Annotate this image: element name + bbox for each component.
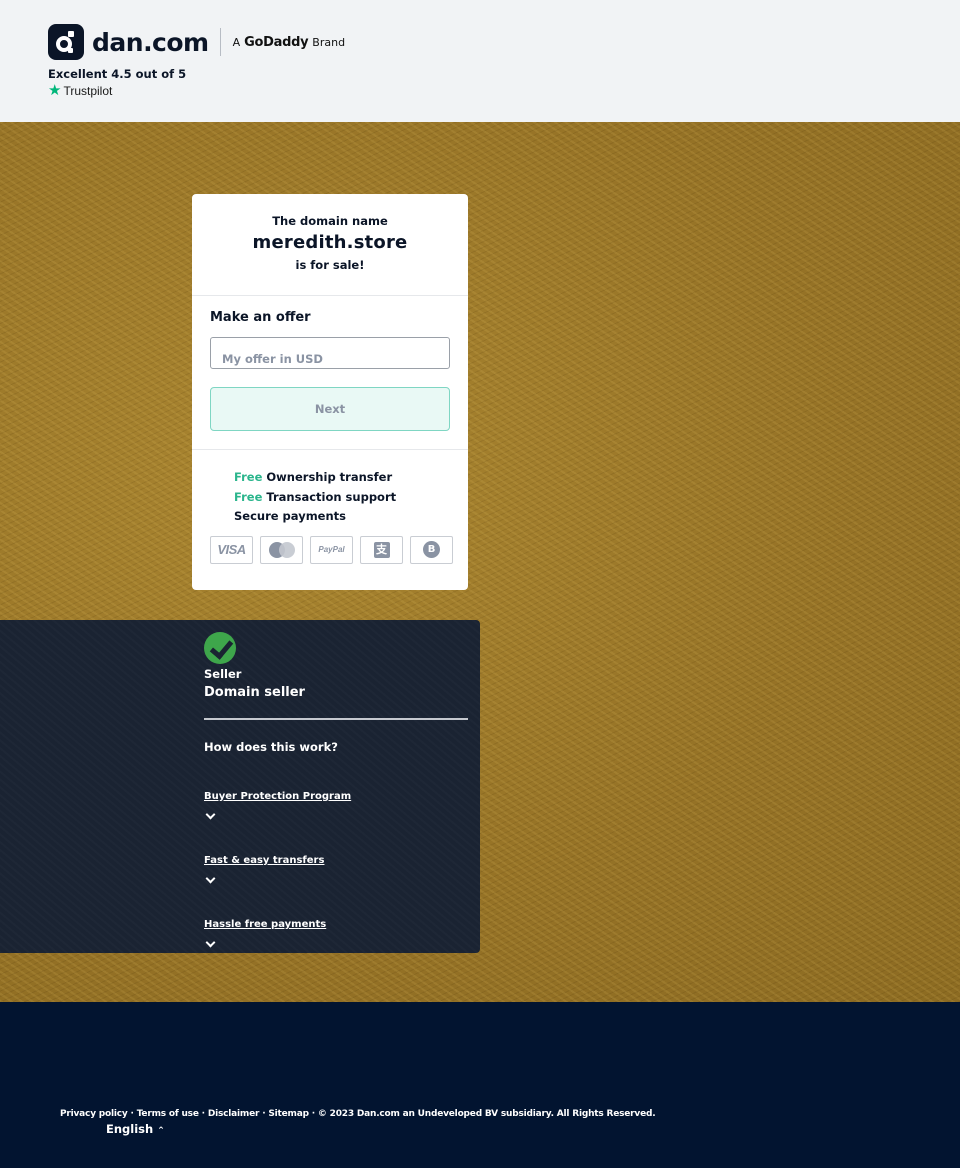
accordion-hassle-free-payments[interactable]: Hassle free payments <box>204 912 468 948</box>
offer-form: Make an offer Next <box>192 296 468 450</box>
star-icon: ★ <box>48 82 62 99</box>
privacy-policy-link[interactable]: Privacy policy <box>60 1109 128 1119</box>
separator: · <box>259 1109 269 1119</box>
logo[interactable]: dan.com A GoDaddy Brand <box>48 24 345 60</box>
logo-text: dan.com <box>92 27 209 57</box>
mastercard-icon <box>260 535 303 564</box>
visa-icon: VISA <box>210 535 253 564</box>
accordion-title[interactable]: Buyer Protection Program <box>204 791 351 802</box>
domain-intro-text: The domain name <box>272 214 388 228</box>
alipay-icon: 支 <box>360 535 403 564</box>
sitemap-link[interactable]: Sitemap <box>268 1109 309 1119</box>
site-header: dan.com A GoDaddy Brand Excellent 4.5 ou… <box>0 0 960 122</box>
offer-input[interactable] <box>210 337 450 369</box>
separator: · <box>127 1109 137 1119</box>
accordion-fast-transfers[interactable]: Fast & easy transfers <box>204 848 468 884</box>
chevron-down-icon[interactable] <box>205 809 216 820</box>
trustpilot-label: Trustpilot <box>63 83 113 98</box>
feature-item: Secure payments <box>234 509 347 523</box>
bitcoin-icon: B <box>410 535 453 564</box>
chevron-down-icon[interactable] <box>205 873 216 884</box>
brand-name: GoDaddy <box>244 34 309 50</box>
seller-panel: Seller Domain seller How does this work?… <box>0 620 480 953</box>
language-label: English <box>106 1122 154 1136</box>
seller-name: Domain seller <box>204 685 305 700</box>
verified-check-icon <box>204 632 236 664</box>
how-it-works-heading: How does this work? <box>204 740 338 754</box>
domain-heading: The domain name meredith.store is for sa… <box>192 194 468 296</box>
godaddy-brand: A GoDaddy Brand <box>233 35 345 50</box>
feature-item: Free Transaction support <box>234 489 397 504</box>
offer-heading: Make an offer <box>210 310 311 325</box>
chevron-down-icon[interactable] <box>205 937 216 948</box>
language-selector[interactable]: English ⌃ <box>106 1122 165 1136</box>
next-button[interactable]: Next <box>210 387 450 431</box>
accordion-title[interactable]: Fast & easy transfers <box>204 855 324 866</box>
domain-name: meredith.store <box>252 232 408 253</box>
caret-up-icon: ⌃ <box>157 1126 165 1136</box>
brand-prefix: A <box>232 35 241 49</box>
feature-list: Free Ownership transfer Free Transaction… <box>192 450 468 529</box>
copyright: © 2023 Dan.com an Undeveloped BV subsidi… <box>317 1109 656 1119</box>
accordion-buyer-protection[interactable]: Buyer Protection Program <box>204 784 468 820</box>
site-footer: Privacy policy · Terms of use · Disclaim… <box>0 1002 960 1168</box>
seller-label: Seller <box>204 667 242 681</box>
dan-logo-icon <box>48 24 84 60</box>
brand-suffix: Brand <box>312 35 346 49</box>
trustpilot-rating: Excellent 4.5 out of 5 <box>48 67 187 81</box>
feature-item: Free Ownership transfer <box>234 470 393 484</box>
paypal-icon: PayPal <box>310 535 353 564</box>
for-sale-text: is for sale! <box>295 258 365 272</box>
accordion-title[interactable]: Hassle free payments <box>204 919 326 930</box>
disclaimer-link[interactable]: Disclaimer <box>208 1109 260 1119</box>
separator: · <box>308 1109 318 1119</box>
payment-methods: VISA PayPal 支 B <box>192 535 468 564</box>
terms-of-use-link[interactable]: Terms of use <box>137 1109 199 1119</box>
divider <box>204 718 468 720</box>
trustpilot-link[interactable]: ★ Trustpilot <box>48 83 112 98</box>
domain-sale-card: The domain name meredith.store is for sa… <box>192 194 468 590</box>
separator: · <box>198 1109 208 1119</box>
logo-divider <box>219 28 221 56</box>
footer-links: Privacy policy · Terms of use · Disclaim… <box>60 1109 656 1119</box>
